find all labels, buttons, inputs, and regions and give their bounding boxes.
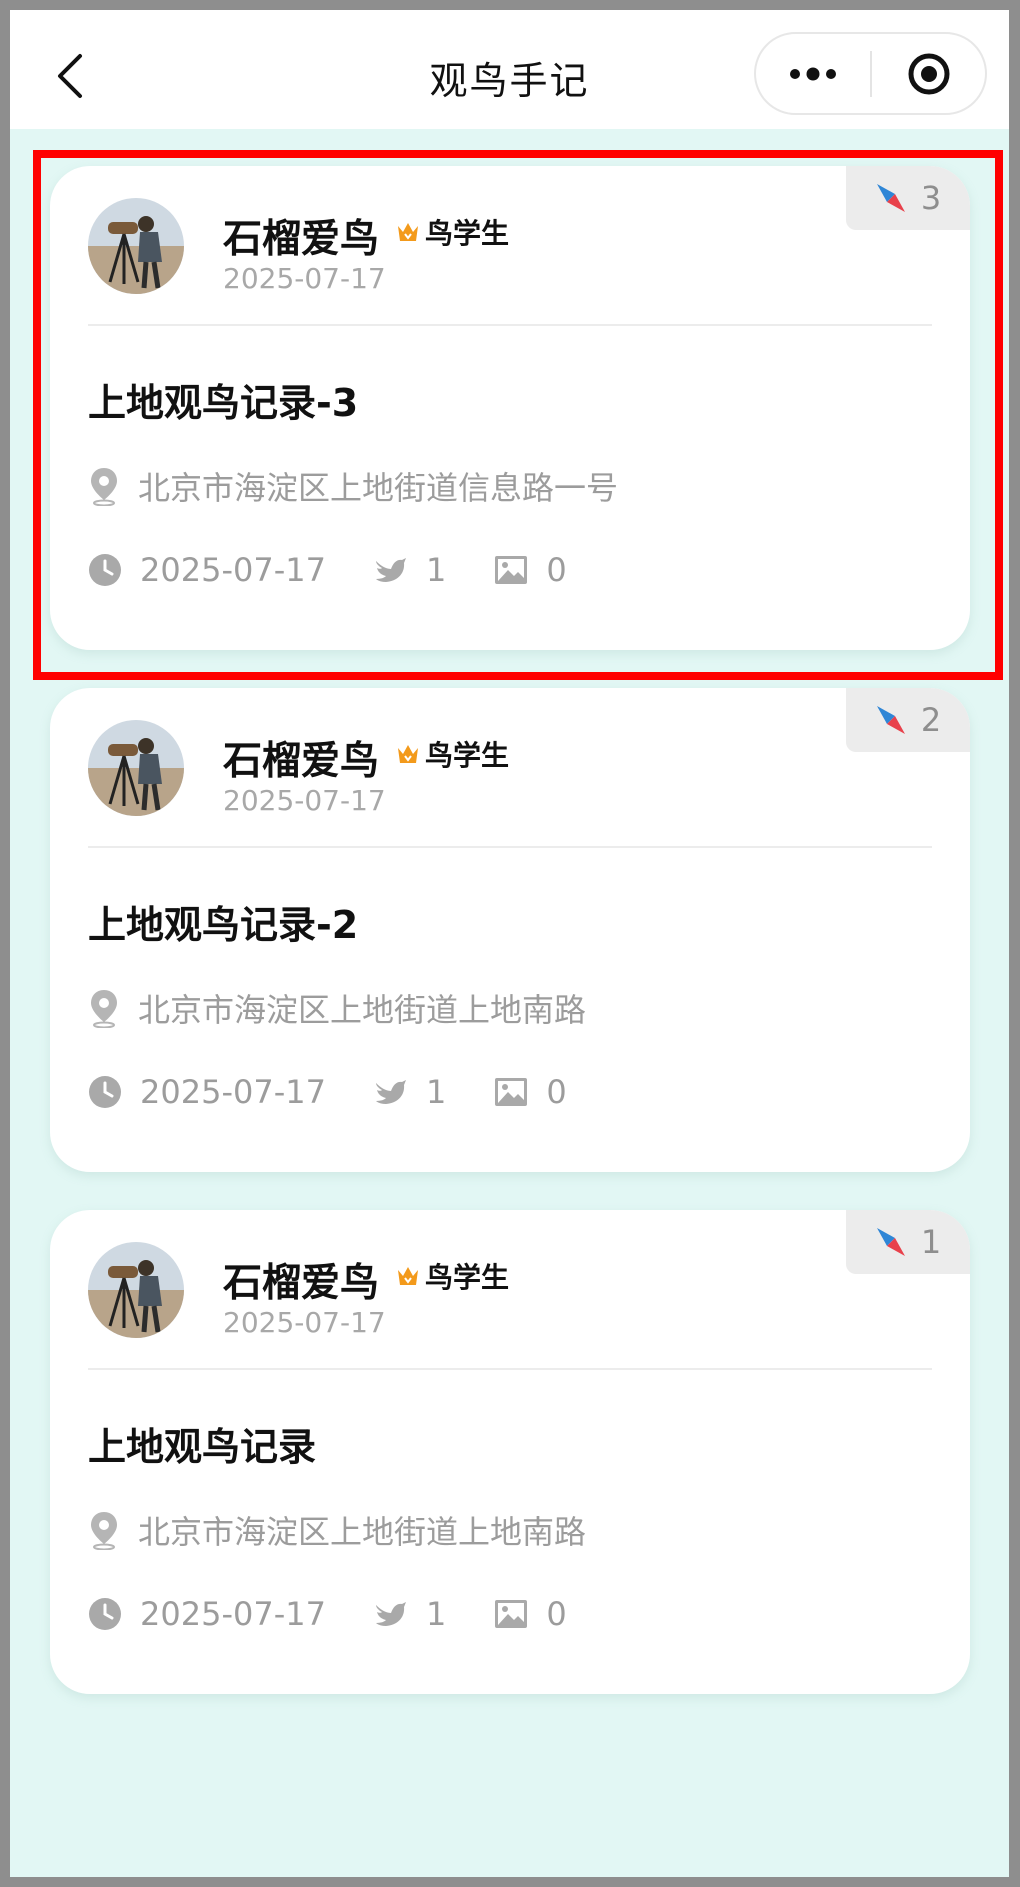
record-date: 2025-07-17	[140, 1595, 326, 1633]
location-pin-icon	[91, 990, 117, 1028]
avatar[interactable]	[88, 1242, 184, 1338]
record-title: 上地观鸟记录	[88, 1425, 317, 1469]
image-icon	[495, 1078, 528, 1106]
record-card[interactable]: 石榴爱鸟 鸟学生 2025-07-17 上地观鸟记录-3 北京市海淀区上地街道信…	[50, 166, 970, 650]
sequence-tag: 1	[846, 1210, 970, 1274]
bird-count: 1	[425, 1073, 447, 1111]
app-frame: 观鸟手记 石榴爱鸟 鸟学生 2025-07-17 上地观鸟记录-3 北京市海淀区…	[10, 10, 1009, 1877]
location-row: 北京市海淀区上地街道上地南路	[88, 1508, 586, 1552]
user-name: 石榴爱鸟	[223, 739, 380, 784]
record-card[interactable]: 石榴爱鸟 鸟学生 2025-07-17 上地观鸟记录-2 北京市海淀区上地街道上…	[50, 688, 970, 1172]
location-row: 北京市海淀区上地街道上地南路	[88, 986, 586, 1030]
record-date: 2025-07-17	[140, 1073, 326, 1111]
bird-icon	[375, 1602, 406, 1626]
mini-program-capsule	[754, 32, 987, 115]
user-name: 石榴爱鸟	[223, 1261, 380, 1306]
avatar[interactable]	[88, 198, 184, 294]
user-name: 石榴爱鸟	[223, 217, 380, 262]
bird-icon	[375, 1080, 406, 1104]
location-text: 北京市海淀区上地街道上地南路	[138, 1513, 587, 1551]
crown-icon	[398, 1267, 418, 1285]
bird-count: 1	[425, 1595, 447, 1633]
post-date: 2025-07-17	[223, 1306, 386, 1339]
more-button[interactable]	[756, 34, 870, 113]
badge-label: 鸟学生	[425, 217, 510, 250]
sequence-number: 3	[920, 179, 942, 217]
avatar[interactable]	[88, 720, 184, 816]
sequence-number: 1	[920, 1223, 942, 1261]
clock-icon	[89, 1076, 121, 1108]
compass-icon	[876, 184, 905, 212]
photo-count: 0	[546, 551, 567, 589]
image-icon	[495, 556, 528, 584]
target-circle-icon	[908, 53, 949, 94]
divider	[88, 324, 932, 326]
divider	[88, 846, 932, 848]
record-title: 上地观鸟记录-3	[88, 381, 359, 425]
more-dots-icon	[790, 67, 836, 80]
bird-count: 1	[425, 551, 447, 589]
bird-icon	[375, 558, 406, 582]
level-badge: 鸟学生	[395, 736, 509, 772]
navigation-bar: 观鸟手记	[10, 10, 1009, 129]
record-title: 上地观鸟记录-2	[88, 903, 359, 947]
close-button[interactable]	[872, 34, 985, 113]
compass-icon	[876, 1228, 905, 1256]
location-pin-icon	[91, 468, 117, 506]
clock-icon	[89, 554, 121, 586]
location-pin-icon	[91, 1512, 117, 1550]
level-badge: 鸟学生	[395, 214, 509, 250]
meta-row: 2025-07-17 1 0	[88, 548, 567, 592]
photo-count: 0	[546, 1073, 567, 1111]
image-icon	[495, 1600, 528, 1628]
compass-icon	[876, 706, 905, 734]
divider	[88, 1368, 932, 1370]
badge-label: 鸟学生	[425, 1261, 510, 1294]
sequence-tag: 3	[846, 166, 970, 230]
post-date: 2025-07-17	[223, 262, 386, 295]
meta-row: 2025-07-17 1 0	[88, 1070, 567, 1114]
crown-icon	[398, 223, 418, 241]
location-text: 北京市海淀区上地街道上地南路	[138, 991, 587, 1029]
record-date: 2025-07-17	[140, 551, 326, 589]
clock-icon	[89, 1598, 121, 1630]
sequence-tag: 2	[846, 688, 970, 752]
record-card[interactable]: 石榴爱鸟 鸟学生 2025-07-17 上地观鸟记录 北京市海淀区上地街道上地南…	[50, 1210, 970, 1694]
post-date: 2025-07-17	[223, 784, 386, 817]
location-text: 北京市海淀区上地街道信息路一号	[138, 469, 619, 507]
sequence-number: 2	[920, 701, 942, 739]
location-row: 北京市海淀区上地街道信息路一号	[88, 464, 618, 508]
badge-label: 鸟学生	[425, 739, 510, 772]
level-badge: 鸟学生	[395, 1258, 509, 1294]
crown-icon	[398, 745, 418, 763]
photo-count: 0	[546, 1595, 567, 1633]
meta-row: 2025-07-17 1 0	[88, 1592, 567, 1636]
